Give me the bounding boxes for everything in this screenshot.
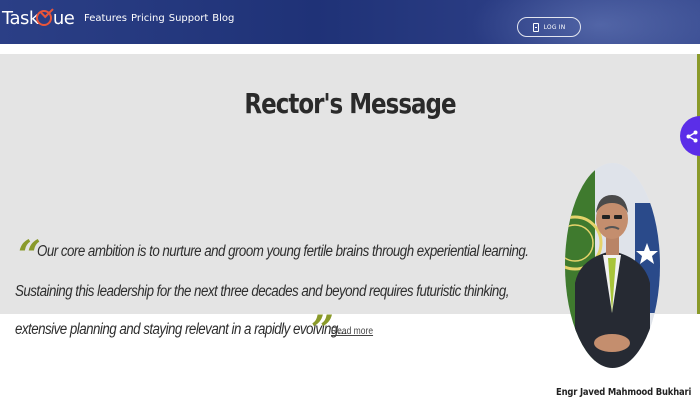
rector-name: Engr Javed Mahmood Bukhari bbox=[556, 387, 692, 398]
rector-photo bbox=[565, 163, 660, 368]
share-icon bbox=[686, 130, 698, 142]
quote-line-2: Sustaining this leadership for the next … bbox=[15, 283, 509, 300]
top-navbar: Task ue Features Pricing Support Blog LO… bbox=[0, 0, 700, 44]
login-icon bbox=[532, 22, 539, 32]
logo-q-mark bbox=[35, 4, 54, 28]
quote-line-1: Our core ambition is to nurture and groo… bbox=[37, 243, 529, 260]
nav-link-blog[interactable]: Blog bbox=[212, 13, 234, 24]
login-label: LOG IN bbox=[543, 23, 566, 31]
taskque-logo[interactable]: Task ue bbox=[2, 4, 75, 30]
main-nav: Features Pricing Support Blog bbox=[84, 13, 234, 24]
logo-text-ue: ue bbox=[52, 7, 75, 29]
rector-photo-illustration bbox=[565, 163, 660, 368]
nav-link-support[interactable]: Support bbox=[169, 13, 209, 24]
login-button[interactable]: LOG IN bbox=[517, 17, 581, 37]
page: Task ue Features Pricing Support Blog LO… bbox=[0, 0, 700, 400]
logo-text-task: Task bbox=[2, 7, 39, 29]
read-more-link[interactable]: Read more bbox=[331, 326, 373, 337]
quote-line-3: extensive planning and staying relevant … bbox=[15, 321, 348, 338]
nav-link-features[interactable]: Features bbox=[84, 13, 127, 24]
header-glow bbox=[470, 0, 700, 44]
nav-link-pricing[interactable]: Pricing bbox=[131, 13, 165, 24]
page-title: Rector's Message bbox=[244, 87, 456, 120]
